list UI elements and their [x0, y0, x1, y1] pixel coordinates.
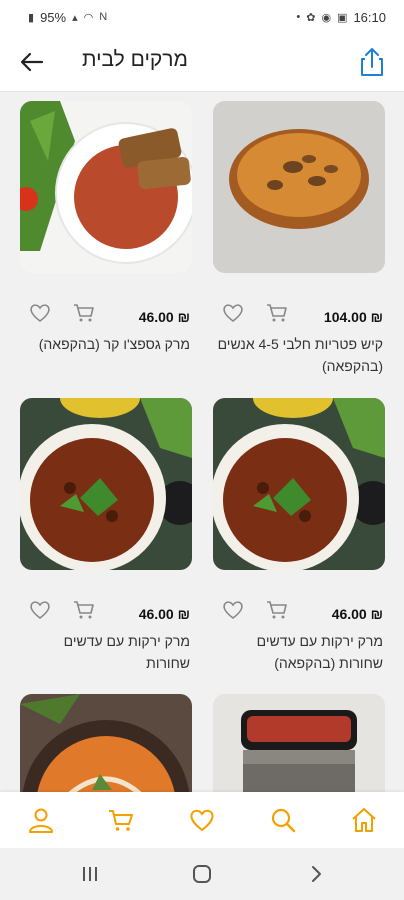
- gallery-icon: ▣: [337, 11, 348, 24]
- price-row: ₪ 46.00: [20, 301, 192, 331]
- share-icon[interactable]: [358, 46, 386, 78]
- cart-icon[interactable]: [265, 301, 289, 325]
- product-price: ₪ 104.00: [323, 309, 383, 325]
- product-price: ₪ 46.00: [331, 606, 383, 622]
- product-price: ₪ 46.00: [138, 309, 190, 325]
- product-card[interactable]: ₪ 46.00 מרק ירקות עם עדשים שחורות: [20, 398, 192, 674]
- product-image-lentil-soup[interactable]: [213, 398, 385, 570]
- product-card[interactable]: [20, 694, 192, 792]
- heart-icon[interactable]: [188, 806, 216, 834]
- cart-icon[interactable]: [72, 598, 96, 622]
- search-icon[interactable]: [269, 806, 297, 834]
- cart-icon[interactable]: [72, 301, 96, 325]
- home-icon[interactable]: [350, 806, 378, 834]
- app-header: מרקים לבית: [0, 34, 404, 92]
- signal-icon: ▴: [72, 11, 78, 24]
- price-row: ₪ 104.00: [213, 301, 385, 331]
- settings-icon: ✿: [306, 11, 316, 24]
- product-card[interactable]: [213, 694, 385, 792]
- product-image-jar-spread[interactable]: [213, 694, 385, 792]
- battery-level: 95%: [40, 9, 67, 25]
- user-icon[interactable]: [27, 806, 55, 834]
- product-image-lentil-soup[interactable]: [20, 398, 192, 570]
- back-chevron-icon[interactable]: [304, 862, 328, 886]
- product-grid: ₪ 104.00 קיש פטריות חלבי 4-5 אנשים (בהקפ…: [0, 92, 404, 792]
- wifi-icon: ◠: [83, 11, 94, 24]
- product-image-mushroom-quiche[interactable]: [213, 101, 385, 273]
- page-title: מרקים לבית: [82, 48, 188, 71]
- back-arrow-icon[interactable]: [18, 48, 46, 76]
- cart-icon[interactable]: [107, 806, 135, 834]
- notification-icon: ◉: [321, 11, 332, 24]
- system-nav: [0, 848, 404, 900]
- product-image-gazpacho-soup[interactable]: [20, 101, 192, 273]
- heart-icon[interactable]: [221, 598, 245, 622]
- clock: 16:10: [353, 9, 386, 25]
- product-name[interactable]: מרק גספצ'ו קר (בהקפאה): [20, 333, 192, 355]
- bottom-nav: [0, 792, 404, 848]
- price-row: ₪ 46.00: [20, 598, 192, 628]
- product-card[interactable]: ₪ 46.00 מרק ירקות עם עדשים שחורות (בהקפא…: [213, 398, 385, 674]
- dot-icon: •: [296, 11, 301, 23]
- heart-icon[interactable]: [221, 301, 245, 325]
- nfc-icon: N: [99, 11, 108, 23]
- product-image-pumpkin-soup[interactable]: [20, 694, 192, 792]
- price-row: ₪ 46.00: [213, 598, 385, 628]
- recent-apps-icon[interactable]: [78, 862, 102, 886]
- cart-icon[interactable]: [265, 598, 289, 622]
- product-name[interactable]: מרק ירקות עם עדשים שחורות (בהקפאה): [213, 630, 385, 674]
- battery-icon: ▮: [28, 11, 35, 24]
- status-bar: ▮ 95% ▴ ◠ N • ✿ ◉ ▣ 16:10: [0, 0, 404, 34]
- home-circle-icon[interactable]: [190, 862, 214, 886]
- heart-icon[interactable]: [28, 301, 52, 325]
- product-name[interactable]: מרק ירקות עם עדשים שחורות: [20, 630, 192, 674]
- product-card[interactable]: ₪ 46.00 מרק גספצ'ו קר (בהקפאה): [20, 101, 192, 355]
- product-price: ₪ 46.00: [138, 606, 190, 622]
- product-card[interactable]: ₪ 104.00 קיש פטריות חלבי 4-5 אנשים (בהקפ…: [213, 101, 385, 377]
- heart-icon[interactable]: [28, 598, 52, 622]
- product-name[interactable]: קיש פטריות חלבי 4-5 אנשים (בהקפאה): [213, 333, 385, 377]
- status-left: ▮ 95% ▴ ◠ N: [28, 10, 107, 25]
- status-right: • ✿ ◉ ▣ 16:10: [296, 10, 386, 25]
